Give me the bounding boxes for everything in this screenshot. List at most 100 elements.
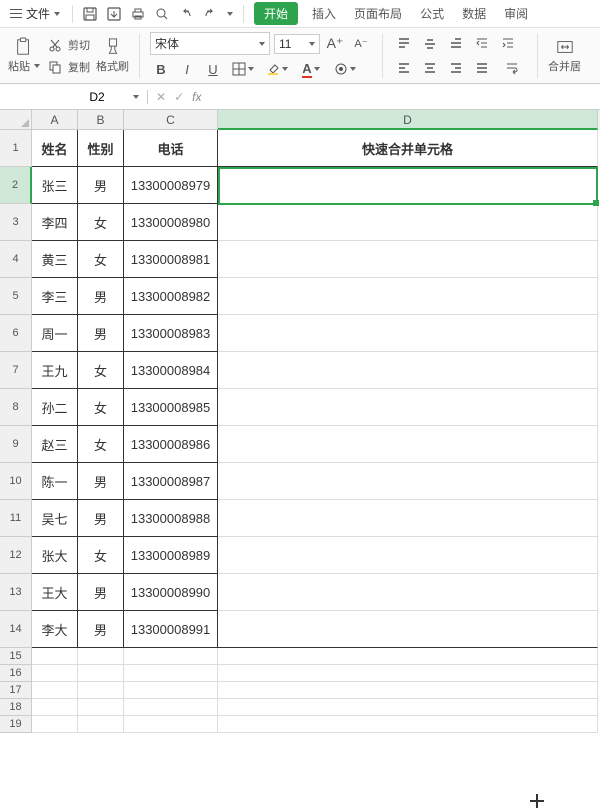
cell-phone[interactable]: 13300008991 <box>124 611 218 648</box>
save-as-icon[interactable] <box>106 6 122 22</box>
cell-d[interactable] <box>218 315 598 352</box>
fill-color-button[interactable] <box>262 59 292 79</box>
cell-name[interactable]: 李三 <box>32 278 78 315</box>
col-header-b[interactable]: B <box>78 110 124 130</box>
cell-name[interactable]: 陈一 <box>32 463 78 500</box>
align-left-icon[interactable] <box>393 58 415 78</box>
font-name-select[interactable]: 宋体 <box>150 32 270 55</box>
undo-icon[interactable] <box>178 6 194 22</box>
cell-d[interactable] <box>218 352 598 389</box>
cell[interactable] <box>78 716 124 733</box>
cell[interactable] <box>124 648 218 665</box>
copy-button[interactable]: 复制 <box>46 58 90 76</box>
col-header-d[interactable]: D <box>218 110 598 130</box>
header-name[interactable]: 姓名 <box>32 130 78 167</box>
cell-name[interactable]: 李大 <box>32 611 78 648</box>
cell-gender[interactable]: 男 <box>78 315 124 352</box>
cell-gender[interactable]: 女 <box>78 204 124 241</box>
effects-button[interactable] <box>330 59 360 79</box>
confirm-icon[interactable]: ✓ <box>174 90 184 104</box>
font-color-button[interactable]: A <box>296 59 326 79</box>
cell-gender[interactable]: 男 <box>78 278 124 315</box>
cell-phone[interactable]: 13300008980 <box>124 204 218 241</box>
indent-right-icon[interactable] <box>497 34 519 54</box>
cell-name[interactable]: 赵三 <box>32 426 78 463</box>
cell[interactable] <box>124 716 218 733</box>
cell-phone[interactable]: 13300008982 <box>124 278 218 315</box>
row-header[interactable]: 2 <box>0 167 32 204</box>
row-header[interactable]: 7 <box>0 352 32 389</box>
cell[interactable] <box>32 716 78 733</box>
bold-button[interactable]: B <box>150 59 172 79</box>
align-bottom-icon[interactable] <box>445 34 467 54</box>
cell-d[interactable] <box>218 611 598 648</box>
align-top-icon[interactable] <box>393 34 415 54</box>
row-header[interactable]: 12 <box>0 537 32 574</box>
header-merge[interactable]: 快速合并单元格 <box>218 130 598 167</box>
cell-d[interactable] <box>218 241 598 278</box>
cell-d[interactable] <box>218 537 598 574</box>
file-menu[interactable]: 文件 <box>4 3 66 24</box>
cell-gender[interactable]: 女 <box>78 537 124 574</box>
cell-name[interactable]: 孙二 <box>32 389 78 426</box>
qat-caret-icon[interactable] <box>227 12 233 16</box>
cell-phone[interactable]: 13300008988 <box>124 500 218 537</box>
col-header-c[interactable]: C <box>124 110 218 130</box>
cell-phone[interactable]: 13300008984 <box>124 352 218 389</box>
border-button[interactable] <box>228 59 258 79</box>
cell-d[interactable] <box>218 278 598 315</box>
cell[interactable] <box>78 699 124 716</box>
cell[interactable] <box>218 665 598 682</box>
merge-group[interactable]: 合并居 <box>548 38 581 74</box>
cell-phone[interactable]: 13300008979 <box>124 167 218 204</box>
cell-gender[interactable]: 女 <box>78 241 124 278</box>
cell-gender[interactable]: 女 <box>78 389 124 426</box>
cell-phone[interactable]: 13300008986 <box>124 426 218 463</box>
cell[interactable] <box>78 682 124 699</box>
cell[interactable] <box>32 699 78 716</box>
cell[interactable] <box>32 648 78 665</box>
row-header[interactable]: 3 <box>0 204 32 241</box>
row-header[interactable]: 1 <box>0 130 32 167</box>
caret-down-icon[interactable] <box>133 95 139 99</box>
cell-phone[interactable]: 13300008981 <box>124 241 218 278</box>
name-box[interactable] <box>0 90 148 104</box>
tab-insert[interactable]: 插入 <box>304 2 344 25</box>
cell[interactable] <box>218 648 598 665</box>
row-header[interactable]: 8 <box>0 389 32 426</box>
cell-name[interactable]: 李四 <box>32 204 78 241</box>
cell[interactable] <box>32 682 78 699</box>
cell[interactable] <box>124 682 218 699</box>
cell[interactable] <box>78 665 124 682</box>
cancel-icon[interactable]: ✕ <box>156 90 166 104</box>
formula-input[interactable] <box>209 89 592 104</box>
cell-name[interactable]: 周一 <box>32 315 78 352</box>
cell-name[interactable]: 王大 <box>32 574 78 611</box>
header-phone[interactable]: 电话 <box>124 130 218 167</box>
cell-phone[interactable]: 13300008990 <box>124 574 218 611</box>
cell[interactable] <box>78 648 124 665</box>
caret-down-icon[interactable] <box>34 64 40 68</box>
cell-gender[interactable]: 男 <box>78 167 124 204</box>
tab-review[interactable]: 审阅 <box>496 2 536 25</box>
cell-d[interactable] <box>218 500 598 537</box>
wrap-text-icon[interactable] <box>497 58 527 78</box>
cell-d[interactable] <box>218 463 598 500</box>
row-header[interactable]: 17 <box>0 682 32 699</box>
font-size-select[interactable]: 11 <box>274 34 320 54</box>
tab-data[interactable]: 数据 <box>454 2 494 25</box>
cell-d[interactable] <box>218 204 598 241</box>
save-icon[interactable] <box>82 6 98 22</box>
cell-d[interactable] <box>218 389 598 426</box>
row-header[interactable]: 5 <box>0 278 32 315</box>
row-header[interactable]: 4 <box>0 241 32 278</box>
print-preview-icon[interactable] <box>154 6 170 22</box>
justify-icon[interactable] <box>471 58 493 78</box>
align-center-icon[interactable] <box>419 58 441 78</box>
cell-phone[interactable]: 13300008983 <box>124 315 218 352</box>
indent-left-icon[interactable] <box>471 34 493 54</box>
cell-d[interactable] <box>218 167 598 204</box>
col-header-a[interactable]: A <box>32 110 78 130</box>
select-all-corner[interactable] <box>0 110 32 130</box>
italic-button[interactable]: I <box>176 59 198 79</box>
